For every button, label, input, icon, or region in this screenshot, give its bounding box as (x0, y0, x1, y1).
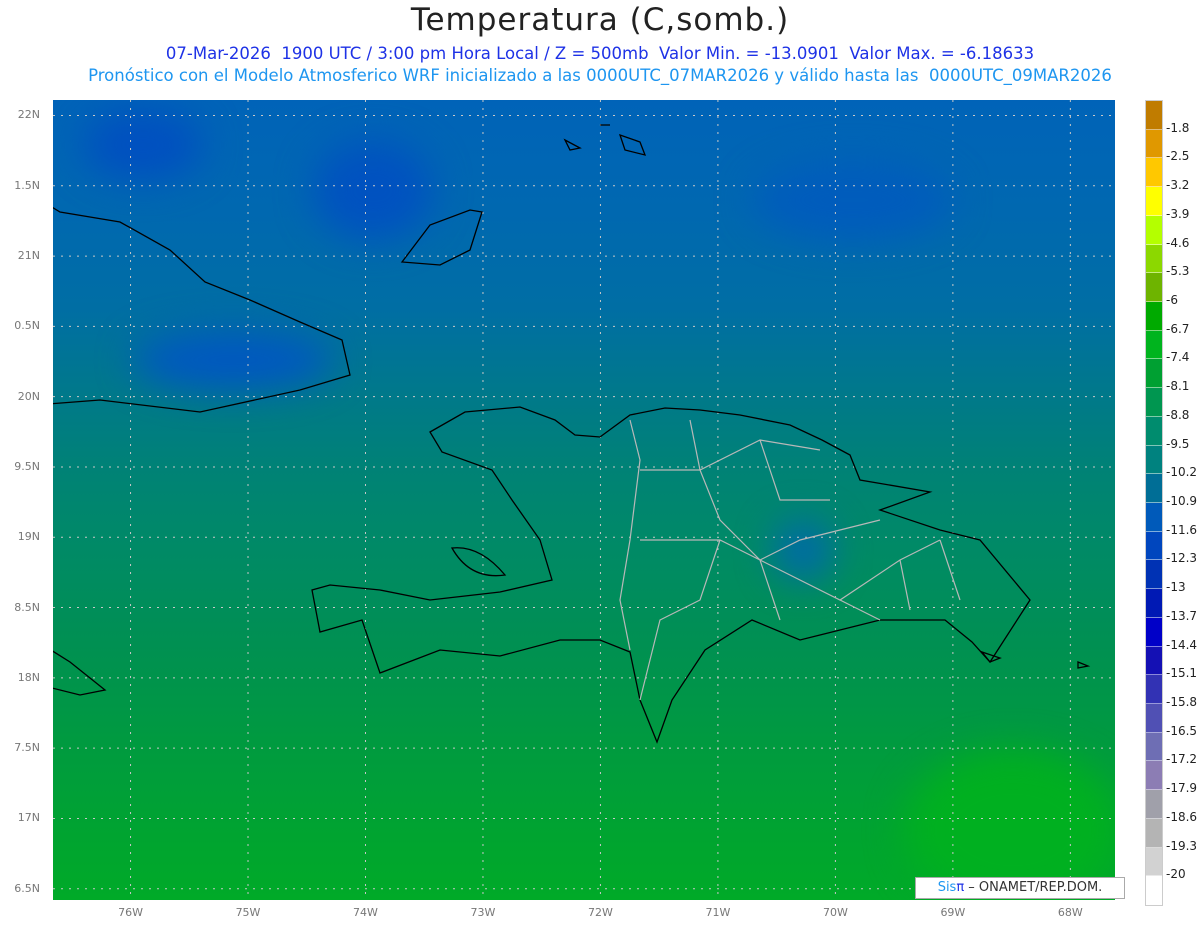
coastline-jamaica (53, 650, 107, 696)
lon-tick-label: 74W (353, 906, 378, 919)
province-boundaries (619, 419, 961, 701)
colorbar-bin (1146, 359, 1162, 389)
colorbar-label: -12.3 (1166, 551, 1198, 566)
credit-text: – ONAMET/REP.DOM. (964, 880, 1103, 895)
colorbar-bin (1146, 158, 1162, 188)
colorbar-label: -16.5 (1166, 723, 1198, 738)
colorbar-label: -14.4 (1166, 637, 1198, 652)
colorbar-label: -11.6 (1166, 522, 1198, 537)
colorbar-label: -18.6 (1166, 809, 1198, 824)
colorbar-bin (1146, 129, 1162, 159)
colorbar-bin (1146, 101, 1162, 130)
credit-box: Sisπ – ONAMET/REP.DOM. (915, 877, 1125, 899)
colorbar-label: -17.2 (1166, 752, 1198, 767)
lat-tick-label: 1.5N (14, 178, 40, 192)
colorbar-label: -15.8 (1166, 695, 1198, 709)
colorbar-bin (1146, 704, 1162, 733)
pi-logo-glyph: π (956, 880, 965, 895)
colorbar-bin (1146, 215, 1162, 245)
sis-logo-text: Sis (937, 880, 957, 895)
colorbar-bin (1146, 187, 1162, 216)
colorbar-bin (1146, 617, 1162, 647)
lon-tick-label: 76W (118, 906, 143, 919)
colorbar-bin (1146, 445, 1162, 475)
lat-tick-label: 8.5N (14, 600, 40, 614)
lat-tick-label: 21N (17, 249, 40, 263)
lon-tick-label: 71W (705, 906, 731, 919)
colorbar-label: -8.8 (1166, 407, 1190, 422)
colorbar-bin (1146, 732, 1162, 762)
lat-tick-label: 6.5N (14, 881, 40, 895)
colorbar-label: -1.8 (1166, 120, 1190, 135)
colorbar-bin (1146, 416, 1162, 446)
colorbar-label: -9.5 (1166, 436, 1190, 451)
colorbar-label: -6 (1166, 293, 1178, 307)
colorbar-label: -3.9 (1166, 206, 1190, 221)
colorbar-bin (1146, 876, 1162, 905)
colorbar-label: -8.1 (1166, 379, 1190, 394)
colorbar-label: -13.7 (1166, 608, 1198, 623)
valid-time-subtitle: 07-Mar-2026 1900 UTC / 3:00 pm Hora Loca… (165, 44, 1035, 63)
colorbar-bin (1146, 761, 1162, 791)
lat-tick-label: 17N (17, 811, 40, 825)
colorbar-label: -15.1 (1166, 666, 1198, 681)
lat-tick-label: 22N (17, 108, 40, 122)
colorbar-bin (1146, 330, 1162, 360)
coastline-saona (980, 650, 1091, 669)
lon-tick-label: 73W (470, 906, 496, 919)
lat-tick-label: 18N (17, 670, 40, 684)
colorbar-bin (1146, 388, 1162, 417)
colorbar-bin (1146, 589, 1162, 618)
lon-tick-label: 75W (235, 906, 261, 919)
coastline-inagua (400, 209, 483, 266)
model-info-subtitle: Pronóstico con el Modelo Atmosferico WRF… (88, 66, 1112, 85)
colorbar-bin (1146, 818, 1162, 848)
coastline-cuba (53, 207, 351, 413)
chart-title: Temperatura (C,somb.) (410, 2, 790, 38)
colorbar-label: -20 (1166, 867, 1186, 882)
lat-tick-label: 0.5N (14, 319, 40, 333)
colorbar-bin (1146, 847, 1162, 877)
colorbar-label: -13 (1166, 580, 1186, 595)
lat-tick-label: 9.5N (14, 459, 40, 473)
lat-tick-label: 20N (17, 389, 40, 403)
coastline-hispaniola (311, 406, 1031, 744)
colorbar (1145, 100, 1163, 906)
lon-tick-label: 68W (1057, 906, 1083, 919)
colorbar-label: -3.2 (1166, 178, 1190, 193)
colorbar-label: -19.3 (1166, 838, 1198, 853)
colorbar-label: -10.9 (1166, 494, 1198, 508)
temperature-map (53, 100, 1115, 900)
colorbar-bin (1146, 646, 1162, 676)
colorbar-bin (1146, 790, 1162, 819)
coastline-gonave (450, 547, 507, 577)
lat-tick-label: 19N (17, 530, 40, 544)
lon-tick-label: 69W (940, 906, 966, 919)
coastline-turks-caicos (563, 124, 647, 156)
colorbar-label: -5.3 (1166, 264, 1190, 279)
colorbar-bin (1146, 244, 1162, 274)
map-overlay (53, 100, 1115, 900)
lon-tick-label: 70W (822, 906, 848, 919)
colorbar-label: -17.9 (1166, 781, 1198, 796)
coastlines (53, 124, 1091, 744)
colorbar-label: -4.6 (1166, 235, 1190, 250)
colorbar-label: -2.5 (1166, 149, 1190, 164)
graticule (53, 100, 1115, 900)
lat-tick-label: 7.5N (14, 741, 40, 755)
colorbar-bin (1146, 531, 1162, 561)
colorbar-label: -7.4 (1166, 350, 1190, 365)
colorbar-bin (1146, 503, 1162, 532)
colorbar-label: -10.2 (1166, 465, 1198, 480)
colorbar-bin (1146, 675, 1162, 704)
lon-tick-label: 72W (588, 906, 613, 919)
colorbar-bin (1146, 474, 1162, 503)
colorbar-bin (1146, 560, 1162, 590)
colorbar-bin (1146, 273, 1162, 302)
colorbar-label: -6.7 (1166, 321, 1190, 336)
colorbar-bin (1146, 302, 1162, 331)
